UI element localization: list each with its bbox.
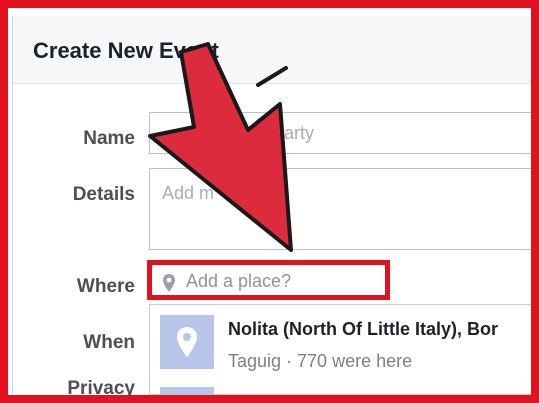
where-input[interactable]: Add a place?	[147, 260, 390, 300]
where-label: Where	[76, 276, 135, 297]
place-suggestion-thumbnail[interactable]	[160, 315, 214, 369]
where-placeholder: Add a place?	[186, 271, 292, 291]
details-label: Details	[72, 184, 135, 205]
place-suggestion-meta: Taguig · 770 were here	[228, 351, 413, 371]
next-suggestion-thumbnail[interactable]	[160, 387, 214, 395]
details-placeholder: Add m	[162, 183, 215, 203]
place-suggestions-dropdown: Nolita (North Of Little Italy), Bor Tagu…	[149, 304, 531, 395]
place-suggestion-name[interactable]: Nolita (North Of Little Italy), Bor	[228, 319, 498, 340]
dialog-title: Create New Event	[33, 38, 219, 63]
name-input[interactable]: arty	[149, 112, 531, 154]
map-pin-icon	[162, 273, 176, 298]
name-placeholder: arty	[284, 123, 315, 143]
create-event-dialog: Create New Event Name arty Details Add m…	[12, 16, 531, 395]
dialog-header: Create New Event	[13, 16, 531, 84]
map-pin-icon	[177, 327, 197, 357]
when-label: When	[83, 332, 135, 353]
privacy-label: Privacy	[67, 378, 135, 395]
details-textarea[interactable]: Add m	[149, 168, 531, 250]
name-label: Name	[83, 128, 135, 149]
